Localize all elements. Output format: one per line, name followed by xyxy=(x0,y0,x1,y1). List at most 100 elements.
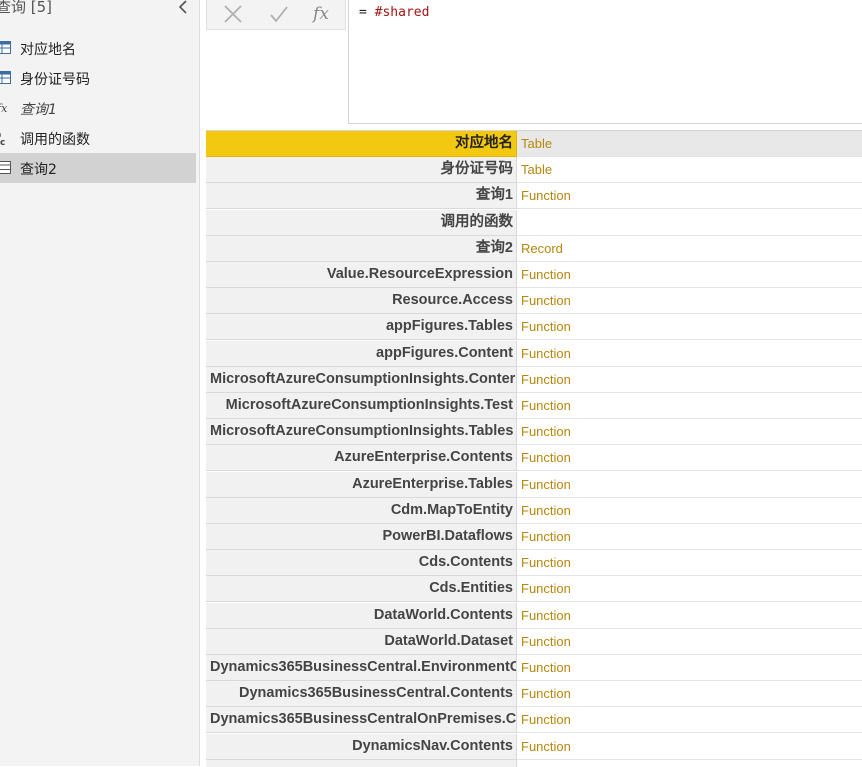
record-row: DynamicsNav.Contents Function xyxy=(206,733,862,760)
queries-pane-title: 查询 [5] xyxy=(0,0,53,16)
record-field-value-link[interactable]: Function xyxy=(517,629,862,655)
table-icon xyxy=(0,41,11,54)
record-field-name: Resource.Access xyxy=(206,288,517,315)
record-row: AzureEnterprise.Contents Function xyxy=(206,445,862,472)
query-item-label: 查询2 xyxy=(20,162,57,178)
record-row: Dynamics365BusinessCentral.EnvironmentC F… xyxy=(206,655,862,681)
record-grid: 对应地名 Table 身份证号码 Table 查询1 Function 调用的函数 查询2 Re… xyxy=(206,130,862,767)
record-field-name: PowerBI.Dataflows xyxy=(206,524,517,550)
record-field-value-link[interactable]: Function xyxy=(517,734,862,760)
record-row: Cdm.MapToEntity Function xyxy=(206,497,862,524)
queries-pane-header: 查询 [5] xyxy=(0,0,200,22)
fx-icon[interactable]: fx xyxy=(309,2,333,26)
record-field-name: AzureEnterprise.Contents xyxy=(206,445,517,472)
record-field-value-link[interactable]: Record xyxy=(517,236,862,262)
record-row: DataWorld.Dataset Function xyxy=(206,628,862,655)
svg-text:c: c xyxy=(0,138,5,146)
record-row: 对应地名 Table xyxy=(206,131,862,157)
table-icon xyxy=(0,71,11,84)
record-field-value-link[interactable]: Function xyxy=(517,367,862,393)
query-item-label: 调用的函数 xyxy=(20,132,90,148)
record-field-value-link[interactable]: Function xyxy=(517,576,862,603)
record-row: Cds.Contents Function xyxy=(206,550,862,577)
record-field-name: 调用的函数 xyxy=(206,209,517,236)
record-field-name: MicrosoftAzureConsumptionInsights.Tables xyxy=(206,419,517,446)
record-field-name: appFigures.Content xyxy=(206,340,517,367)
record-row: 身份证号码 Table xyxy=(206,157,862,184)
record-field-name: 查询1 xyxy=(206,183,517,210)
queries-pane: 查询 [5] 对应地名 身份证号码 fx 查询1 b c xyxy=(0,0,200,766)
svg-text:fx: fx xyxy=(0,102,8,115)
record-field-name: Cdm.MapToEntity xyxy=(206,497,517,524)
record-field-name: 对应地名 xyxy=(206,131,517,157)
formula-toolbar: fx xyxy=(206,0,346,30)
record-row: Value.ResourceExpression Function xyxy=(206,262,862,288)
query-item-对应地名[interactable]: 对应地名 xyxy=(0,33,196,63)
record-row: MicrosoftAzureConsumptionInsights.Tables… xyxy=(206,419,862,446)
checkmark-icon[interactable] xyxy=(267,2,291,26)
query-item-调用的函数[interactable]: b c 调用的函数 xyxy=(0,123,196,153)
chevron-left-icon[interactable] xyxy=(176,0,192,15)
record-field-name: DynamicsNav.Contents xyxy=(206,733,517,760)
record-field-name: DataWorld.Dataset xyxy=(206,628,517,655)
formula-reference: #shared xyxy=(374,5,430,20)
record-field-value-link[interactable]: Function xyxy=(517,419,862,446)
record-field-value-link[interactable]: Function xyxy=(517,498,862,524)
record-row: appFigures.Content Function xyxy=(206,340,862,367)
record-field-value-link[interactable]: Function xyxy=(517,183,862,210)
query-item-label: 查询1 xyxy=(20,102,57,118)
record-field-value-link[interactable]: Function xyxy=(517,445,862,472)
record-field-name: MicrosoftAzureConsumptionInsights.Conter xyxy=(206,366,517,393)
record-row: Resource.Access Function xyxy=(206,288,862,315)
formula-operator: = xyxy=(359,5,375,20)
record-field-value-link[interactable]: Function xyxy=(517,524,862,550)
query-item-身份证号码[interactable]: 身份证号码 xyxy=(0,63,196,93)
query-item-查询1[interactable]: fx 查询1 xyxy=(0,93,196,123)
record-row: AzureEnterprise.Tables Function xyxy=(206,471,862,498)
record-field-value-link[interactable]: Function xyxy=(517,288,862,315)
record-field-value-link[interactable]: Function xyxy=(517,393,862,419)
record-field-value-link[interactable]: Function xyxy=(517,314,862,341)
record-field-value-link[interactable]: Function xyxy=(517,341,862,367)
table-icon xyxy=(0,161,11,174)
query-item-label: 对应地名 xyxy=(20,42,76,58)
abc-text-icon: b c xyxy=(0,131,5,146)
record-field-value-link[interactable]: Function xyxy=(517,681,862,708)
record-field-name: Dynamics365BusinessCentral.EnvironmentC xyxy=(206,655,517,681)
record-field-value-link[interactable] xyxy=(517,210,862,236)
record-row: MicrosoftAzureConsumptionInsights.Test Fu… xyxy=(206,393,862,419)
record-row: 查询1 Function xyxy=(206,183,862,210)
query-item-label: 身份证号码 xyxy=(20,72,90,88)
formula-input[interactable]: = #shared xyxy=(348,0,862,124)
record-field-name: 身份证号码 xyxy=(206,157,517,184)
record-row: PowerBI.Dataflows Function xyxy=(206,524,862,550)
record-field-name: AzureEnterprise.Tables xyxy=(206,471,517,498)
record-field-name: DataWorld.Contents xyxy=(206,602,517,629)
record-field-name: Cds.Entities xyxy=(206,576,517,603)
record-field-name: 查询2 xyxy=(206,235,517,262)
record-field-name: appFigures.Tables xyxy=(206,314,517,341)
record-row: Dynamics365BusinessCentralOnPremises.Co F… xyxy=(206,707,862,734)
record-field-value-link[interactable]: Function xyxy=(517,603,862,629)
record-row: Cds.Entities Function xyxy=(206,576,862,603)
record-field-value-link[interactable]: Function xyxy=(517,472,862,498)
record-field-value-link[interactable]: Table xyxy=(517,157,862,184)
record-row: 调用的函数 xyxy=(206,209,862,236)
close-icon[interactable] xyxy=(221,2,245,26)
record-row: MicrosoftAzureConsumptionInsights.Conter… xyxy=(206,366,862,393)
record-field-name: Dynamics365BusinessCentralOnPremises.Co xyxy=(206,707,517,734)
record-row: DataWorld.Contents Function xyxy=(206,602,862,629)
record-field-value-link[interactable]: Function xyxy=(517,262,862,288)
record-field-name: Cds.Contents xyxy=(206,550,517,577)
query-item-查询2[interactable]: 查询2 xyxy=(0,153,196,183)
record-field-name: Value.ResourceExpression xyxy=(206,262,517,288)
record-row: Dynamics365BusinessCentral.Contents Funct… xyxy=(206,681,862,708)
record-row: appFigures.Tables Function xyxy=(206,314,862,341)
record-field-name: MicrosoftAzureConsumptionInsights.Test xyxy=(206,393,517,419)
record-field-value-link[interactable]: Table xyxy=(517,131,862,157)
function-icon: fx xyxy=(0,102,8,115)
record-field-name: Dynamics365BusinessCentral.Contents xyxy=(206,681,517,708)
record-field-value-link[interactable]: Function xyxy=(517,550,862,577)
record-field-value-link[interactable]: Function xyxy=(517,655,862,681)
record-field-value-link[interactable]: Function xyxy=(517,707,862,734)
